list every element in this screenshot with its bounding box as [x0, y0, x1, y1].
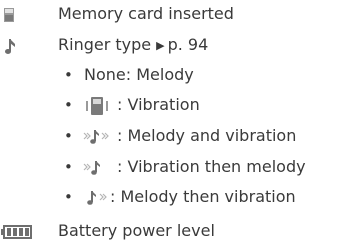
memory-card-label: Memory card inserted — [58, 4, 234, 23]
page-ref-arrow-icon: ▶ — [156, 39, 165, 52]
vibration-phone-icon — [86, 97, 108, 115]
bullet: • — [64, 158, 73, 176]
bullet: • — [64, 127, 73, 145]
bullet: • — [64, 188, 73, 206]
memory-card-icon — [4, 8, 14, 22]
page-reference: p. 94 — [167, 35, 209, 54]
battery-icon — [1, 225, 32, 239]
option-label: : Melody then vibration — [110, 187, 296, 206]
vibration-then-melody-icon — [83, 161, 100, 175]
option-label: : Vibration — [117, 95, 200, 114]
option-label: : Vibration then melody — [117, 157, 306, 176]
bullet: • — [64, 96, 73, 114]
melody-then-vibration-icon — [87, 191, 107, 205]
bullet: • — [64, 66, 73, 84]
option-label: : Melody and vibration — [117, 126, 297, 145]
ringer-note-icon — [5, 39, 15, 54]
option-label: None: Melody — [84, 65, 194, 84]
battery-label: Battery power level — [58, 221, 215, 240]
ringer-type-label: Ringer type — [58, 35, 152, 54]
melody-and-vibration-icon — [83, 130, 109, 144]
